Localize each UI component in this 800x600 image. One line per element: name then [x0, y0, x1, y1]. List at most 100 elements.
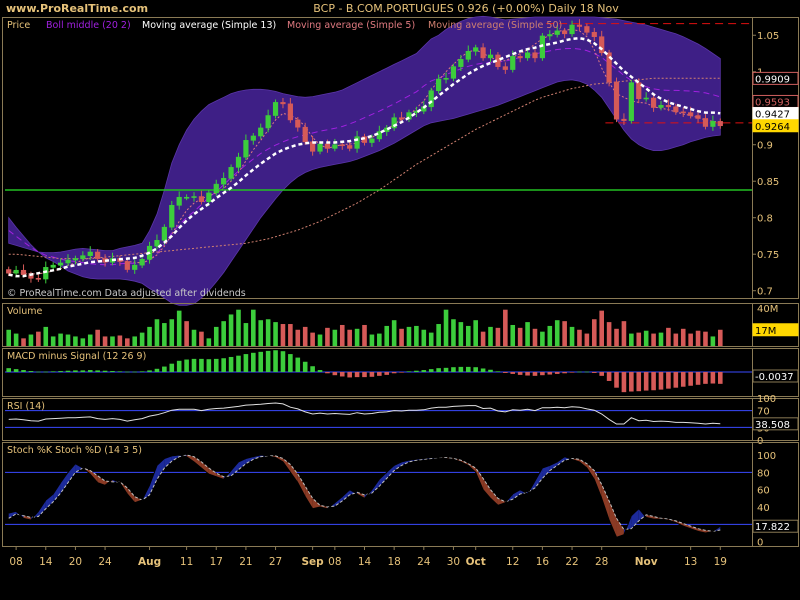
candle-18 [139, 259, 145, 266]
volume-bar-82 [614, 328, 619, 346]
volume-bar-9 [73, 336, 78, 346]
candle-74 [554, 30, 560, 35]
volume-bar-52 [391, 320, 397, 346]
macd-bar-1 [13, 369, 19, 372]
stoch-current-label: 17.822 [755, 522, 790, 533]
macd-bar-60 [451, 367, 456, 372]
candle-10 [80, 255, 86, 259]
candle-17 [132, 264, 138, 270]
macd-bar-11 [87, 370, 93, 372]
x-tick-label-6: 17 [210, 556, 223, 568]
macd-bar-76 [569, 372, 575, 373]
volume-bar-67 [503, 309, 508, 346]
volume-bar-72 [540, 331, 545, 346]
candle-36 [272, 102, 279, 116]
stoch-tick-1: 80 [757, 468, 770, 479]
volume-bar-83 [621, 321, 627, 346]
volume-bar-7 [58, 333, 63, 346]
volume-bar-37 [280, 324, 286, 346]
macd-current-label: -0.0037 [755, 372, 794, 383]
volume-bar-30 [228, 314, 234, 346]
macd-bar-14 [110, 371, 115, 372]
macd-bar-70 [525, 372, 530, 376]
volume-bar-14 [110, 336, 115, 346]
volume-bar-55 [414, 325, 419, 346]
volume-bar-1 [13, 333, 19, 346]
candle-40 [302, 126, 308, 143]
price-value-label-1: 0.9593 [755, 97, 790, 108]
stoch-tick-5: 0 [757, 538, 763, 549]
macd-bar-25 [191, 358, 197, 372]
macd-bar-56 [421, 370, 427, 372]
rsi-current-label: 38.508 [755, 420, 790, 431]
candle-79 [591, 32, 597, 38]
stoch-tick-0: 100 [757, 451, 776, 462]
volume-bar-34 [258, 320, 264, 346]
macd-bar-17 [132, 371, 138, 373]
price-legend-3: Moving average (Simple 5) [287, 20, 415, 31]
volume-bar-42 [317, 334, 323, 346]
volume-bar-58 [436, 324, 441, 346]
price-legend-4: Moving average (Simple 50) [428, 20, 562, 31]
volume-bar-41 [310, 332, 315, 346]
site-url[interactable]: www.ProRealTime.com [6, 2, 148, 15]
macd-bar-24 [184, 359, 189, 372]
volume-bar-60 [451, 319, 456, 346]
volume-bar-84 [629, 333, 634, 346]
x-tick-label-11: 14 [358, 556, 372, 568]
macd-bar-85 [636, 372, 642, 392]
candle-53 [398, 117, 405, 120]
x-tick-label-4: Aug [138, 556, 161, 568]
candle-9 [72, 258, 79, 261]
candle-33 [250, 135, 256, 141]
x-tick-label-18: 22 [565, 556, 578, 568]
candle-95 [710, 121, 716, 127]
x-tick-label-12: 18 [387, 556, 400, 568]
volume-bar-15 [117, 335, 123, 346]
candle-62 [465, 51, 471, 60]
x-tick-label-2: 20 [69, 556, 82, 568]
rsi-tick-1: 70 [757, 407, 770, 418]
macd-bar-41 [310, 366, 315, 372]
stoch-fill-65 [490, 489, 498, 506]
x-tick-label-14: 30 [447, 556, 460, 568]
candle-1 [13, 269, 19, 274]
price-value-label-2: 0.9427 [755, 110, 790, 121]
stoch-tick-2: 60 [757, 486, 770, 497]
macd-bar-42 [317, 370, 323, 372]
candle-38 [287, 103, 293, 121]
volume-current-label: 17M [755, 326, 776, 337]
macd-bar-81 [606, 372, 612, 381]
volume-bar-90 [673, 333, 679, 346]
macd-bar-71 [532, 372, 538, 376]
volume-bar-68 [510, 324, 516, 346]
x-tick-label-22: 19 [714, 556, 727, 568]
volume-bar-35 [265, 319, 271, 346]
volume-bar-23 [176, 310, 182, 346]
price-ytick-label-2: 0.8 [757, 214, 773, 225]
macd-bar-78 [584, 371, 590, 373]
volume-bar-43 [325, 327, 330, 346]
volume-bar-11 [87, 334, 93, 346]
macd-bar-9 [73, 370, 78, 372]
volume-bar-76 [569, 326, 575, 346]
macd-bar-7 [58, 371, 63, 372]
candle-76 [569, 24, 575, 35]
macd-bar-61 [458, 366, 464, 372]
macd-bar-15 [117, 371, 123, 372]
macd-bar-16 [125, 371, 130, 373]
candle-96 [717, 121, 723, 127]
x-tick-label-7: 21 [239, 556, 252, 568]
macd-bar-53 [399, 372, 404, 373]
candle-63 [473, 47, 479, 52]
volume-bar-61 [458, 322, 464, 346]
volume-bar-46 [347, 329, 352, 346]
macd-bar-27 [206, 359, 212, 372]
x-tick-label-13: 24 [417, 556, 431, 568]
macd-bar-67 [503, 372, 508, 373]
rsi-line [8, 402, 721, 425]
volume-bar-45 [339, 324, 345, 346]
chart-svg[interactable]: www.ProRealTime.com BCP - B.COM.PORTUGUE… [0, 0, 800, 600]
macd-bar-30 [228, 356, 234, 372]
volume-bar-69 [517, 327, 523, 346]
